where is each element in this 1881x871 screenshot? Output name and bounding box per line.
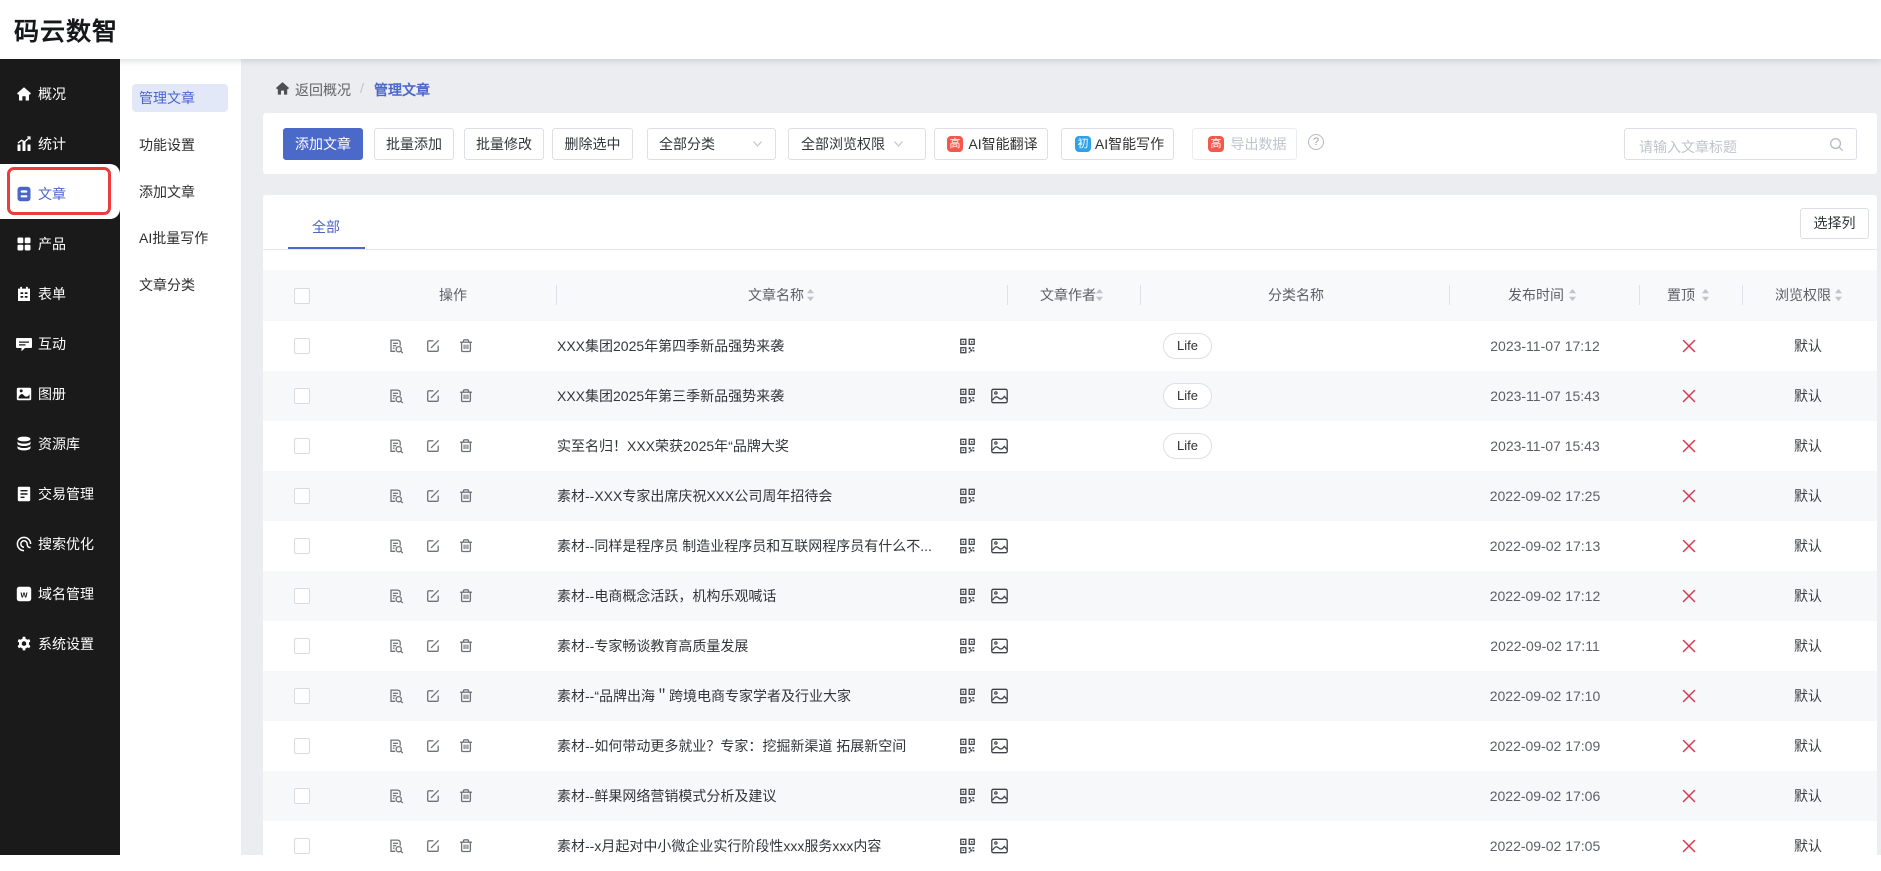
svg-text:w: w	[19, 590, 28, 600]
